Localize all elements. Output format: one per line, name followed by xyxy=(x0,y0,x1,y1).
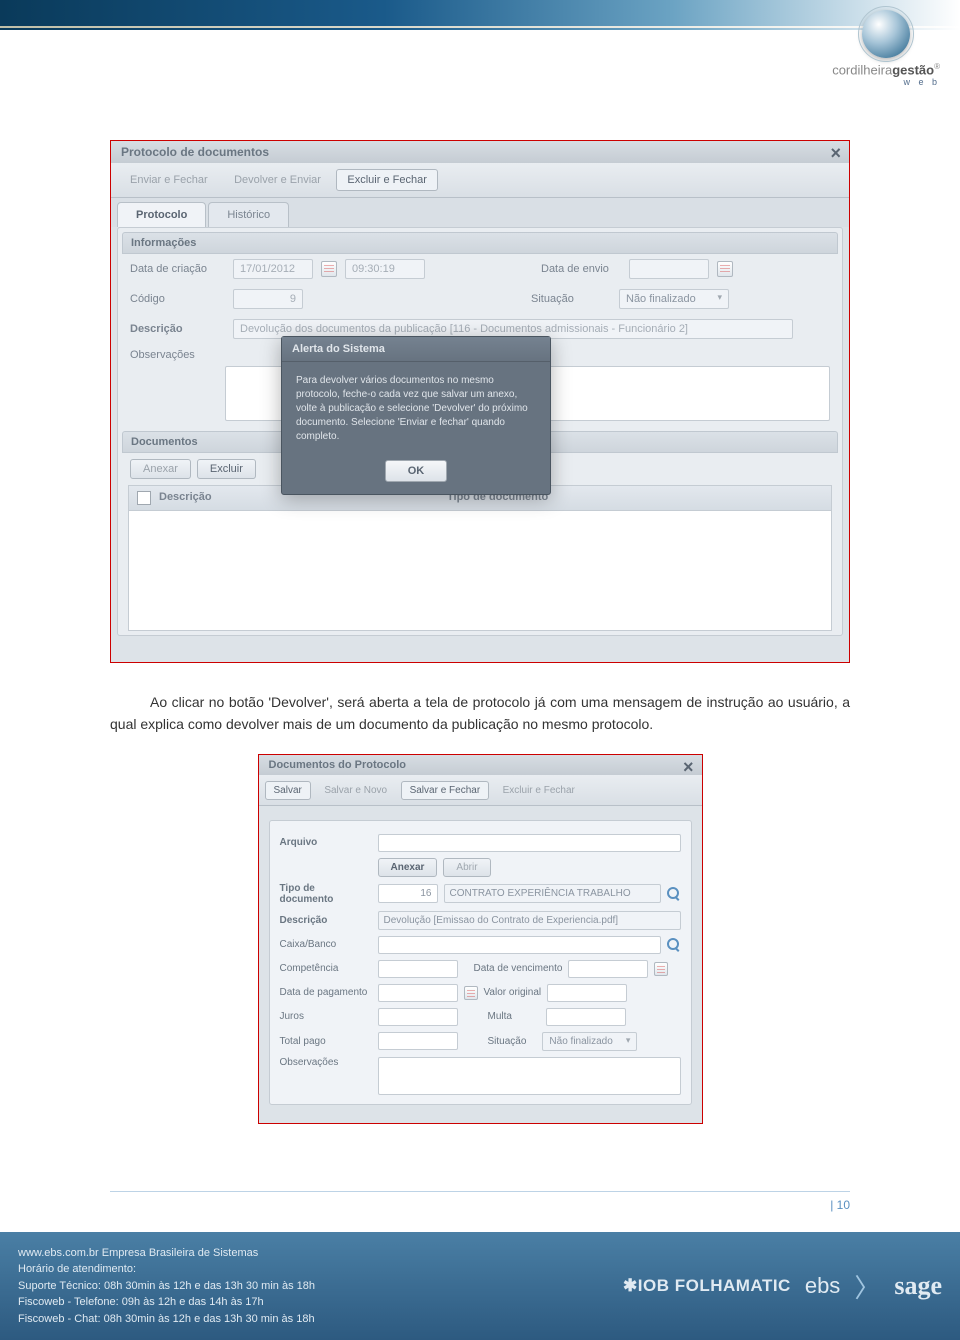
label-competencia: Competência xyxy=(280,963,372,974)
section-informacoes: Informações xyxy=(122,232,838,254)
footer-contact: www.ebs.com.br Empresa Brasileira de Sis… xyxy=(18,1245,315,1328)
input-data-envio xyxy=(629,259,709,279)
footer-banner: www.ebs.com.br Empresa Brasileira de Sis… xyxy=(0,1232,960,1340)
input-hora-criacao: 09:30:19 xyxy=(345,259,425,279)
btn-anexar[interactable]: Anexar xyxy=(130,459,191,479)
window-title-2: Documentos do Protocolo × xyxy=(259,755,702,775)
input-caixa[interactable] xyxy=(378,936,661,954)
footer-brands: ✱IOB FOLHAMATIC ebs 〉 sage xyxy=(623,1268,942,1305)
calendar-icon[interactable] xyxy=(464,986,478,1000)
page-number: | 10 xyxy=(830,1198,850,1212)
input-arquivo[interactable] xyxy=(378,834,681,852)
btn-excluir-fechar[interactable]: Excluir e Fechar xyxy=(336,169,437,191)
input-multa[interactable] xyxy=(546,1008,626,1026)
brand-iob: ✱IOB FOLHAMATIC xyxy=(623,1276,791,1296)
label-situacao: Situação xyxy=(531,293,611,305)
input-data-pag[interactable] xyxy=(378,984,458,1002)
close-icon[interactable]: × xyxy=(683,757,694,778)
input-data-criacao: 17/01/2012 xyxy=(233,259,313,279)
grid-body xyxy=(128,511,832,631)
label-arquivo: Arquivo xyxy=(280,837,372,848)
select-situacao-2[interactable]: Não finalizado xyxy=(542,1032,637,1051)
label-multa: Multa xyxy=(488,1011,512,1022)
input-tipo-code[interactable]: 16 xyxy=(378,884,438,903)
label-data-pag: Data de pagamento xyxy=(280,987,372,998)
screenshot-documentos-protocolo: Documentos do Protocolo × Salvar Salvar … xyxy=(258,754,703,1124)
label-tipo: Tipo de documento xyxy=(280,883,372,905)
calendar-icon[interactable] xyxy=(717,261,733,277)
logo-text: cordilheiragestão® xyxy=(832,62,940,77)
label-data-envio: Data de envio xyxy=(541,263,621,275)
calendar-icon[interactable] xyxy=(654,962,668,976)
label-descricao: Descrição xyxy=(130,323,225,335)
search-icon[interactable] xyxy=(667,938,681,952)
close-icon[interactable]: × xyxy=(830,143,841,164)
label-total: Total pago xyxy=(280,1036,372,1047)
tab-historico[interactable]: Histórico xyxy=(208,202,289,227)
label-data-venc: Data de vencimento xyxy=(474,963,563,974)
label-valor-orig: Valor original xyxy=(484,987,542,998)
search-icon[interactable] xyxy=(667,887,681,901)
modal-body: Para devolver vários documentos no mesmo… xyxy=(282,362,550,452)
screenshot-protocolo: Protocolo de documentos × Enviar e Fecha… xyxy=(110,140,850,663)
label-situacao-2: Situação xyxy=(488,1036,527,1047)
input-descricao-2: Devolução [Emissao do Contrato de Experi… xyxy=(378,911,681,930)
brand-ebs: ebs xyxy=(805,1273,840,1299)
label-observacoes: Observações xyxy=(130,349,225,361)
logo-subtext: w e b xyxy=(832,77,940,87)
label-codigo: Código xyxy=(130,293,225,305)
globe-icon xyxy=(862,10,910,58)
label-data-criacao: Data de criação xyxy=(130,263,225,275)
btn-excluir-fechar-2[interactable]: Excluir e Fechar xyxy=(494,781,584,800)
btn-excluir[interactable]: Excluir xyxy=(197,459,256,479)
input-valor-orig[interactable] xyxy=(547,984,627,1002)
checkbox-all[interactable] xyxy=(137,491,151,505)
window-title: Protocolo de documentos × xyxy=(111,141,849,163)
btn-anexar-2[interactable]: Anexar xyxy=(378,858,438,877)
logo: cordilheiragestão® w e b xyxy=(832,10,940,87)
btn-salvar-novo[interactable]: Salvar e Novo xyxy=(315,781,396,800)
select-situacao[interactable]: Não finalizado xyxy=(619,289,729,309)
input-competencia[interactable] xyxy=(378,960,458,978)
label-descricao-2: Descrição xyxy=(280,915,372,926)
brand-sage: sage xyxy=(894,1271,942,1301)
btn-devolver-enviar[interactable]: Devolver e Enviar xyxy=(223,169,332,191)
btn-salvar-fechar[interactable]: Salvar e Fechar xyxy=(401,781,490,800)
label-juros: Juros xyxy=(280,1011,372,1022)
modal-ok-button[interactable]: OK xyxy=(385,460,448,482)
chevron-right-icon: 〉 xyxy=(854,1268,880,1305)
header-bar xyxy=(0,0,960,30)
input-tipo-text: CONTRATO EXPERIÊNCIA TRABALHO xyxy=(444,884,661,903)
btn-abrir[interactable]: Abrir xyxy=(443,858,490,877)
label-obs-2: Observações xyxy=(280,1057,372,1068)
textarea-obs-2[interactable] xyxy=(378,1057,681,1095)
modal-title: Alerta do Sistema xyxy=(282,337,550,362)
label-caixa: Caixa/Banco xyxy=(280,939,372,950)
alert-modal: Alerta do Sistema Para devolver vários d… xyxy=(281,336,551,495)
input-codigo: 9 xyxy=(233,289,303,309)
tab-protocolo[interactable]: Protocolo xyxy=(117,202,206,227)
btn-salvar[interactable]: Salvar xyxy=(265,781,311,800)
input-juros[interactable] xyxy=(378,1008,458,1026)
input-data-venc[interactable] xyxy=(568,960,648,978)
input-total[interactable] xyxy=(378,1032,458,1050)
btn-enviar-fechar[interactable]: Enviar e Fechar xyxy=(119,169,219,191)
calendar-icon[interactable] xyxy=(321,261,337,277)
instruction-paragraph: Ao clicar no botão 'Devolver', será aber… xyxy=(110,691,850,736)
